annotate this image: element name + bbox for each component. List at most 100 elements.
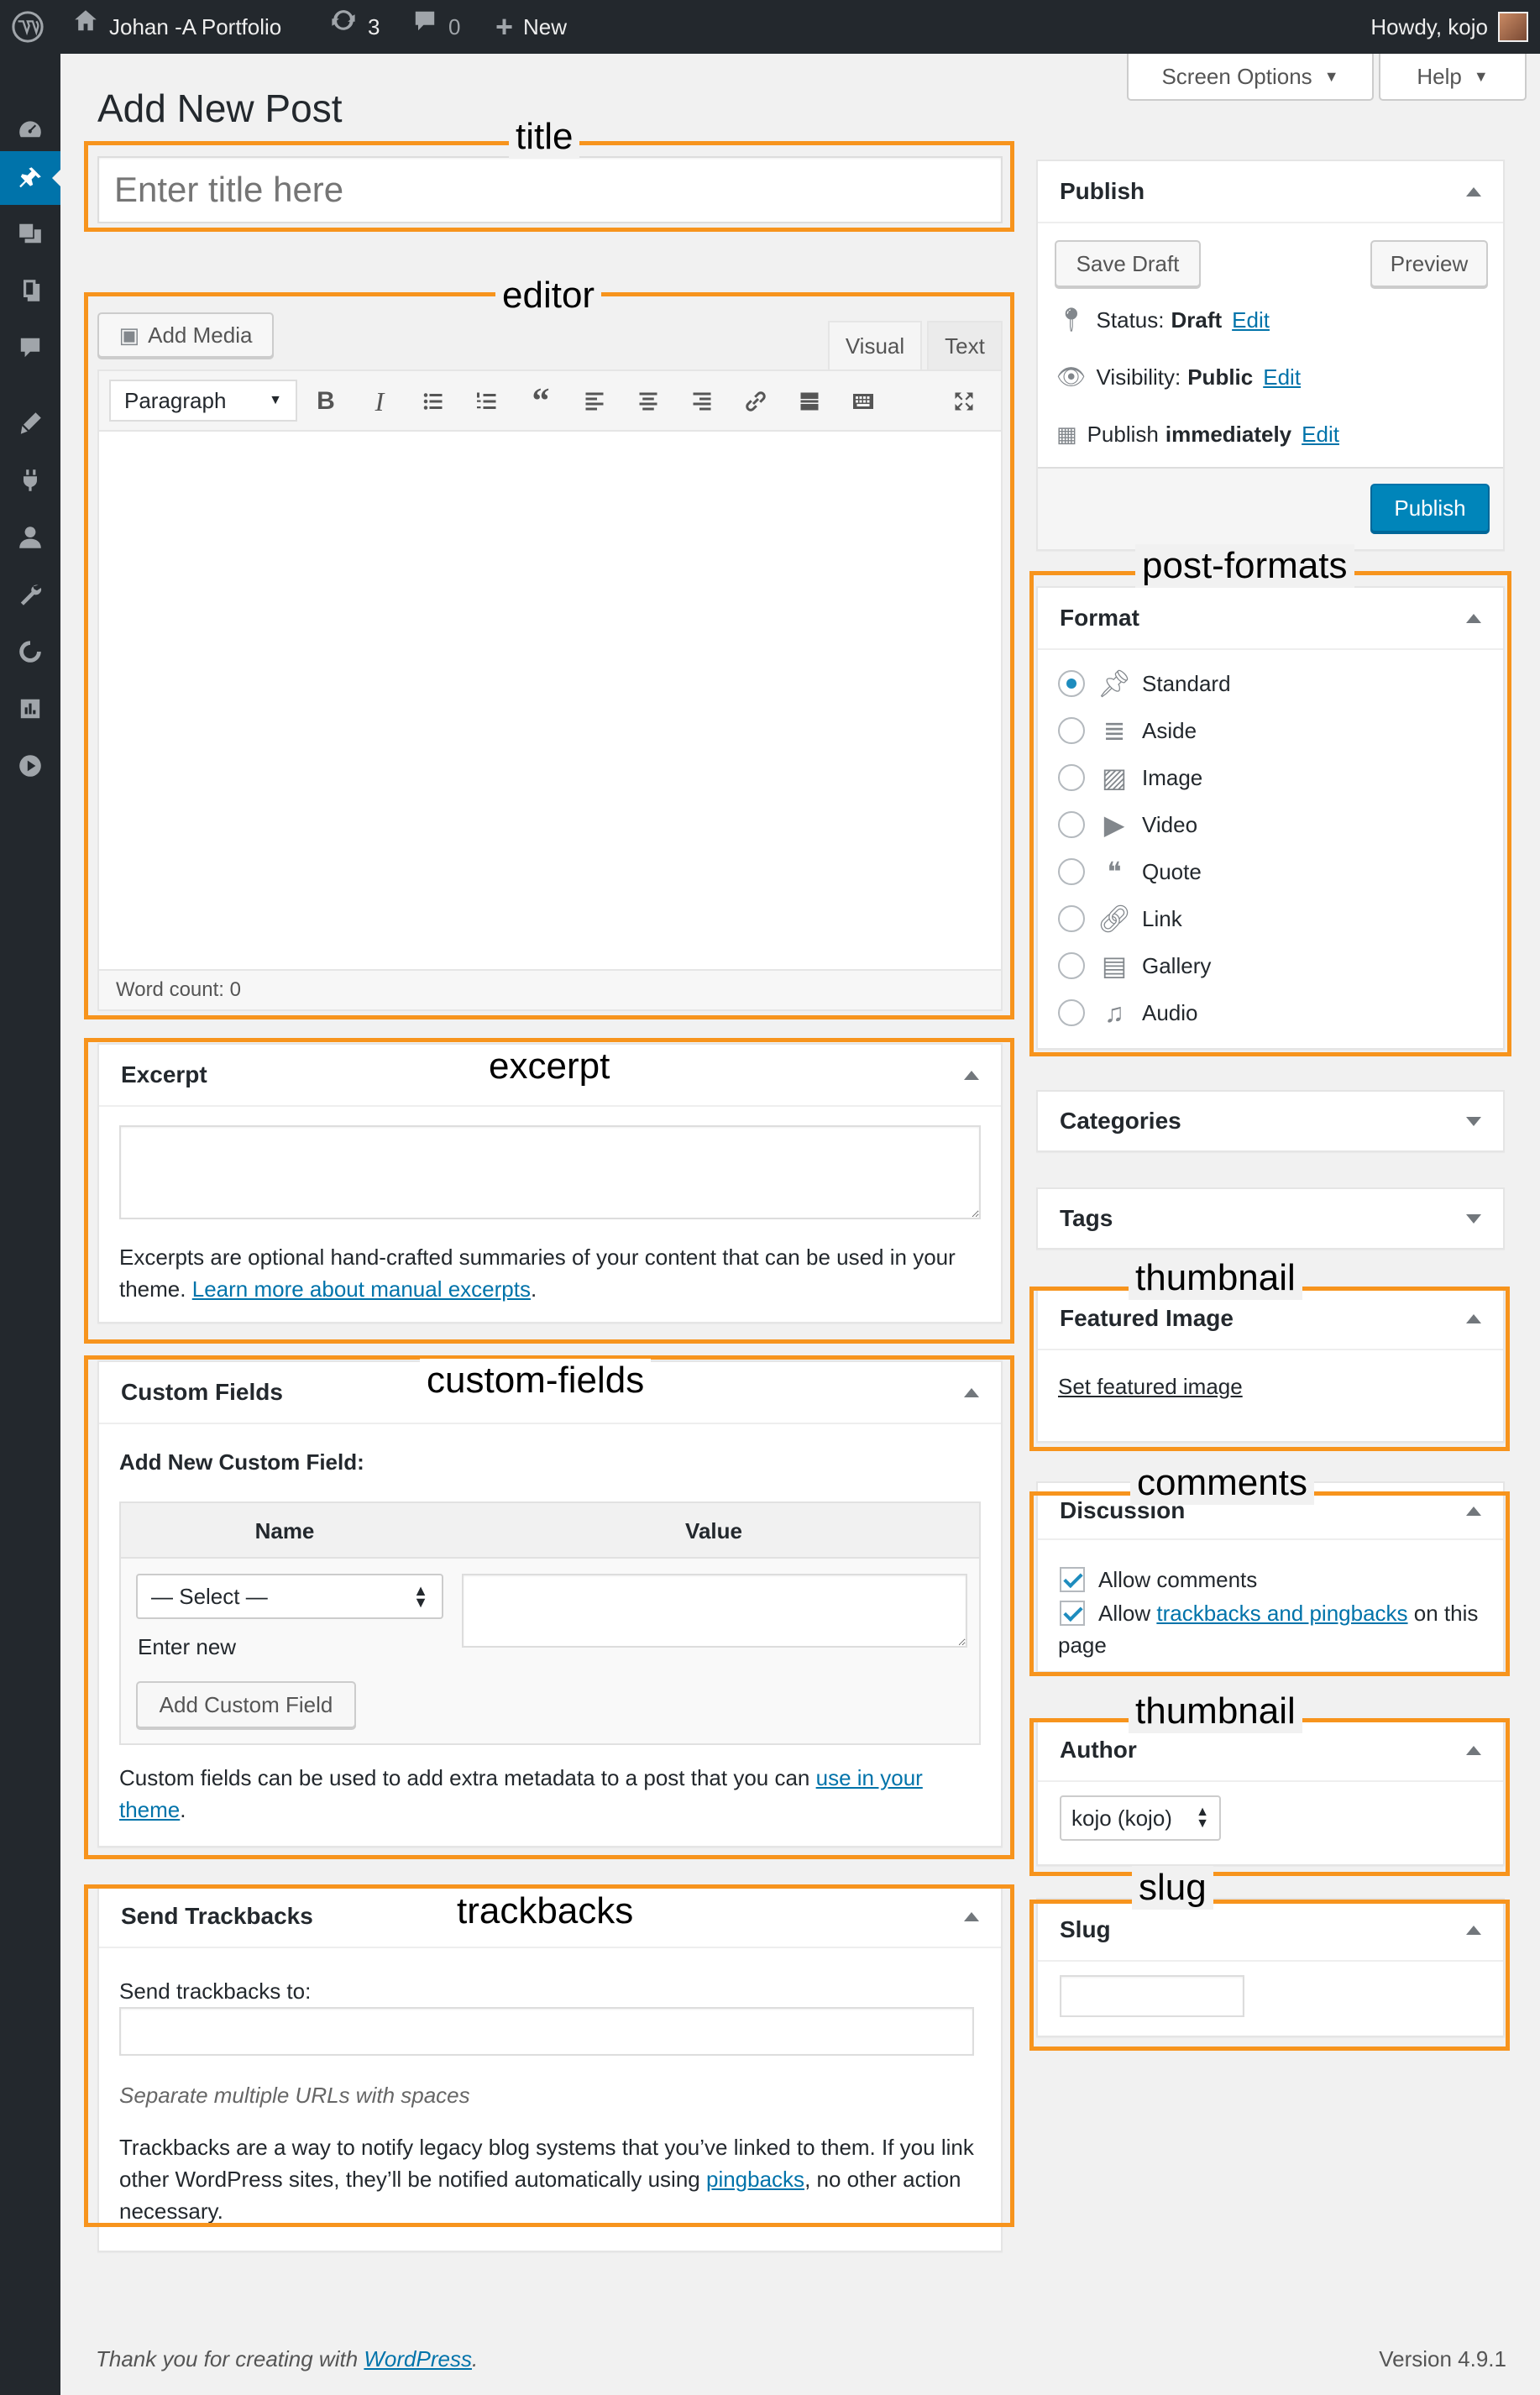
status-edit-link[interactable]: Edit xyxy=(1232,304,1270,336)
media-icon[interactable] xyxy=(0,207,60,260)
align-right-icon[interactable] xyxy=(685,385,719,418)
collapse-arrow-icon[interactable] xyxy=(1466,1313,1481,1323)
blockquote-icon[interactable]: “ xyxy=(524,382,558,421)
new-content-link[interactable]: + New xyxy=(495,0,567,54)
author-select[interactable]: kojo (kojo) ▲ ▼ xyxy=(1060,1795,1221,1841)
format-radio[interactable] xyxy=(1058,811,1085,838)
pingbacks-link[interactable]: pingbacks xyxy=(706,2167,804,2192)
excerpt-textarea[interactable] xyxy=(119,1125,981,1219)
tab-visual[interactable]: Visual xyxy=(828,321,922,369)
format-radio[interactable] xyxy=(1058,952,1085,979)
read-more-icon[interactable] xyxy=(793,385,826,418)
avatar xyxy=(1498,12,1528,42)
add-custom-field-button[interactable]: Add Custom Field xyxy=(136,1681,356,1728)
italic-icon[interactable]: I xyxy=(363,385,396,418)
trackbacks-pingbacks-link[interactable]: trackbacks and pingbacks xyxy=(1156,1601,1407,1626)
tools-icon[interactable] xyxy=(0,568,60,621)
footer-wordpress-link[interactable]: WordPress xyxy=(364,2346,472,2371)
align-left-icon[interactable] xyxy=(578,385,611,418)
slug-input[interactable] xyxy=(1060,1975,1244,2017)
add-media-button[interactable]: ▣ Add Media xyxy=(97,312,274,358)
format-option-label: Link xyxy=(1142,906,1182,931)
users-icon[interactable] xyxy=(0,511,60,564)
format-header[interactable]: Format xyxy=(1038,588,1503,650)
link-icon[interactable] xyxy=(739,385,773,418)
featured-image-title: Featured Image xyxy=(1060,1305,1234,1331)
bold-icon[interactable]: B xyxy=(309,385,343,418)
publish-header[interactable]: Publish xyxy=(1038,161,1503,223)
collapse-arrow-icon[interactable] xyxy=(1466,613,1481,623)
updates-count: 3 xyxy=(368,14,380,39)
publish-edit-link[interactable]: Edit xyxy=(1302,418,1339,450)
toolbar-toggle-icon[interactable] xyxy=(846,385,880,418)
custom-field-value-textarea[interactable] xyxy=(462,1574,967,1648)
analytics-icon[interactable] xyxy=(0,682,60,736)
collapse-arrow-icon[interactable] xyxy=(1466,1925,1481,1935)
format-radio[interactable] xyxy=(1058,999,1085,1026)
tab-text[interactable]: Text xyxy=(927,321,1003,369)
categories-header[interactable]: Categories xyxy=(1038,1092,1503,1150)
expand-arrow-icon[interactable] xyxy=(1466,1116,1481,1126)
format-radio[interactable] xyxy=(1058,717,1085,744)
add-custom-field-label: Add Custom Field xyxy=(159,1691,333,1717)
settings-circle-icon[interactable] xyxy=(0,625,60,679)
editor-content-area[interactable] xyxy=(99,432,1001,969)
excerpt-learn-more-link[interactable]: Learn more about manual excerpts xyxy=(192,1276,531,1302)
collapse-arrow-icon[interactable] xyxy=(964,1911,979,1921)
publish-label: Publish xyxy=(1087,422,1159,447)
save-draft-button[interactable]: Save Draft xyxy=(1055,240,1201,287)
format-option-label: Standard xyxy=(1142,671,1231,696)
my-account-link[interactable]: Howdy, kojo xyxy=(1370,0,1528,54)
allow-comments-checkbox[interactable] xyxy=(1060,1567,1085,1592)
custom-field-name-select[interactable]: — Select — ▲ ▼ xyxy=(136,1574,443,1619)
chevron-down-icon: ▼ xyxy=(1473,67,1489,85)
bullet-list-icon[interactable] xyxy=(416,385,450,418)
trackbacks-input[interactable] xyxy=(119,2007,974,2056)
add-media-label: Add Media xyxy=(148,322,253,348)
numbered-list-icon[interactable] xyxy=(470,385,504,418)
help-button[interactable]: Help ▼ xyxy=(1379,54,1527,101)
publish-title: Publish xyxy=(1060,178,1145,204)
fullscreen-icon[interactable] xyxy=(947,385,981,418)
format-radio[interactable] xyxy=(1058,905,1085,932)
eye-icon: 👁︎ xyxy=(1056,364,1087,390)
plugins-icon[interactable] xyxy=(0,453,60,507)
format-radio[interactable] xyxy=(1058,764,1085,791)
format-radio[interactable] xyxy=(1058,858,1085,885)
collapse-play-icon[interactable] xyxy=(0,739,60,793)
video-icon: ▶︎ xyxy=(1103,810,1125,840)
format-radio[interactable] xyxy=(1058,670,1085,697)
add-new-custom-field-label: Add New Custom Field: xyxy=(119,1449,364,1475)
title-input[interactable] xyxy=(97,156,1003,223)
comments-count: 0 xyxy=(448,14,461,39)
comments-icon[interactable] xyxy=(0,321,60,375)
visibility-edit-link[interactable]: Edit xyxy=(1263,361,1301,393)
collapse-arrow-icon[interactable] xyxy=(1466,1506,1481,1516)
collapse-arrow-icon[interactable] xyxy=(1466,1745,1481,1755)
slug-header[interactable]: Slug xyxy=(1038,1900,1503,1962)
updates-link[interactable]: 3 xyxy=(329,0,380,54)
excerpt-title: Excerpt xyxy=(121,1061,207,1087)
custom-fields-box: Custom Fields Add New Custom Field: Name… xyxy=(97,1360,1003,1847)
dashboard-icon[interactable] xyxy=(0,102,60,156)
set-featured-image-link[interactable]: Set featured image xyxy=(1058,1370,1243,1402)
collapse-arrow-icon[interactable] xyxy=(964,1070,979,1080)
enter-new-link[interactable]: Enter new xyxy=(138,1631,236,1663)
chevron-down-icon: ▼ xyxy=(1323,67,1339,85)
wordpress-logo-icon[interactable] xyxy=(12,0,44,54)
publish-button[interactable]: Publish xyxy=(1370,484,1490,532)
collapse-arrow-icon[interactable] xyxy=(964,1387,979,1397)
collapse-arrow-icon[interactable] xyxy=(1466,186,1481,197)
format-select[interactable]: Paragraph ▼ xyxy=(109,380,297,422)
appearance-icon[interactable] xyxy=(0,396,60,450)
tags-header[interactable]: Tags xyxy=(1038,1189,1503,1248)
preview-button[interactable]: Preview xyxy=(1370,240,1488,287)
align-center-icon[interactable] xyxy=(631,385,665,418)
expand-arrow-icon[interactable] xyxy=(1466,1213,1481,1224)
comments-link[interactable]: 0 xyxy=(411,0,460,54)
pages-icon[interactable] xyxy=(0,264,60,317)
chevron-down-icon: ▼ xyxy=(269,393,282,407)
posts-pin-icon[interactable] xyxy=(0,151,60,205)
screen-options-button[interactable]: Screen Options ▼ xyxy=(1127,54,1374,101)
site-name-link[interactable]: Johan -A Portfolio xyxy=(72,0,281,54)
